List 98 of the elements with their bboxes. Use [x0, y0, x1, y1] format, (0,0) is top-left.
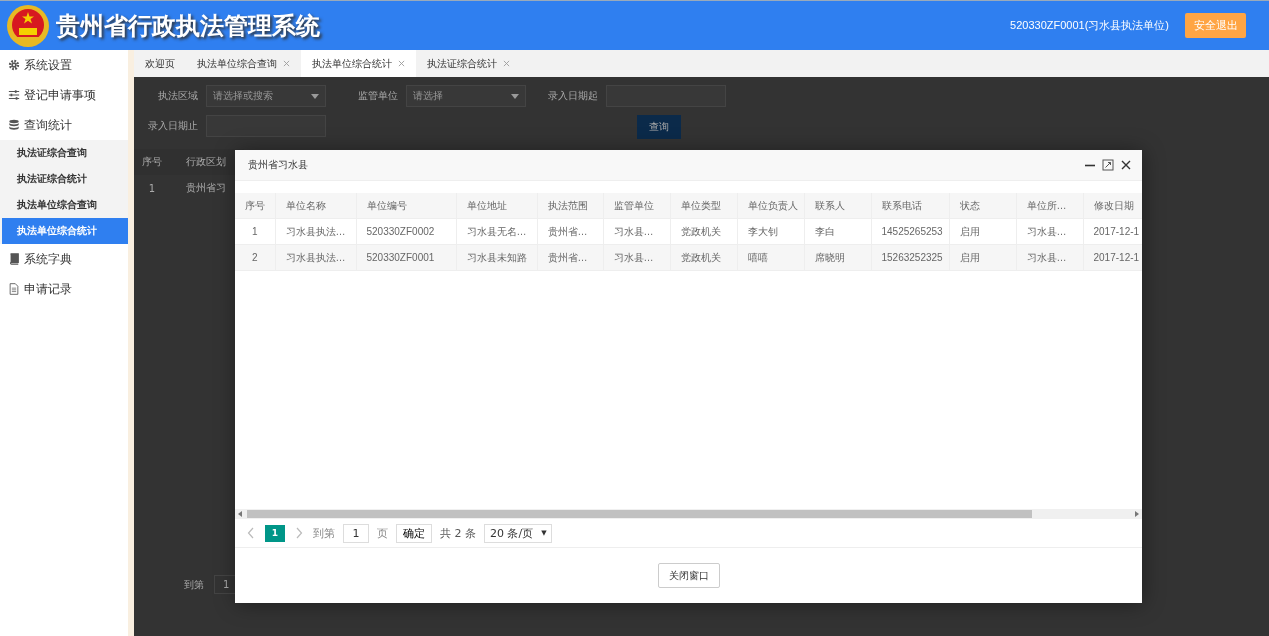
- sidebar-item[interactable]: 系统字典: [0, 244, 128, 274]
- submenu-item[interactable]: 执法单位综合统计: [2, 218, 128, 244]
- table-cell: 启用: [949, 244, 1016, 271]
- filter-label: 录入日期起: [547, 89, 598, 103]
- goto-label: 到第: [313, 525, 335, 541]
- table-cell: 习水县…: [603, 244, 670, 271]
- tab-label: 执法证综合统计: [427, 56, 497, 71]
- sidebar-item[interactable]: 申请记录: [0, 274, 128, 304]
- table-cell: 李大钊: [737, 218, 804, 245]
- table-cell: 2017-12-1: [1083, 244, 1142, 271]
- sidebar-item[interactable]: 查询统计: [0, 110, 128, 140]
- sidebar-label: 系统设置: [24, 56, 72, 74]
- tab[interactable]: 执法单位综合统计: [301, 50, 416, 77]
- table-cell: 启用: [949, 218, 1016, 245]
- previous-page-icon[interactable]: [247, 527, 255, 539]
- table-cell: 2017-12-1: [1083, 218, 1142, 245]
- filter-label: 执法区域: [157, 89, 198, 103]
- column-header: 执法范围: [537, 193, 603, 219]
- table-cell: 1: [235, 218, 275, 245]
- tab[interactable]: 执法证综合统计: [416, 50, 521, 77]
- caret-icon: [311, 93, 319, 99]
- search-button[interactable]: 查询: [637, 115, 681, 139]
- column-header: 联系人: [804, 193, 871, 219]
- table-cell: 党政机关: [670, 218, 737, 245]
- table-cell: 习水县…: [1016, 218, 1083, 245]
- tab[interactable]: 执法单位综合查询: [186, 50, 301, 77]
- submenu-item[interactable]: 执法证综合查询: [2, 140, 128, 166]
- book-icon: [8, 253, 20, 265]
- column-header: 行政区划: [185, 155, 226, 169]
- total-count: 共 2 条: [440, 525, 476, 541]
- sidebar-label: 查询统计: [24, 116, 72, 134]
- goto-label: 到第: [184, 577, 204, 592]
- column-header: 序号: [235, 193, 275, 219]
- sidebar-item[interactable]: 系统设置: [0, 50, 128, 80]
- column-header: 单位地址: [456, 193, 537, 219]
- settings-icon: [8, 59, 20, 71]
- table-cell: 贵州省…: [537, 244, 603, 271]
- tab-label: 执法单位综合查询: [197, 56, 277, 71]
- column-header: 序号: [141, 155, 163, 169]
- database-icon: [8, 119, 20, 131]
- system-title: 贵州省行政执法管理系统: [56, 10, 320, 42]
- column-header: 监管单位: [603, 193, 670, 219]
- close-window-button[interactable]: 关闭窗口: [657, 563, 720, 588]
- table-cell: 习水县执法…: [275, 218, 356, 245]
- table-cell: 2: [235, 244, 275, 271]
- table-cell: 习水县无名…: [456, 218, 537, 245]
- select-field[interactable]: 请选择: [406, 85, 526, 107]
- column-header: 单位负责人: [737, 193, 804, 219]
- tab-label: 欢迎页: [145, 56, 175, 71]
- page-unit-label: 页: [377, 525, 388, 541]
- confirm-button[interactable]: 确定: [396, 523, 432, 543]
- maximize-icon[interactable]: [1102, 159, 1114, 171]
- table-cell: 习水县执法…: [275, 244, 356, 271]
- sidebar-item[interactable]: 登记申请事项: [0, 80, 128, 110]
- select-field[interactable]: 请选择或搜索: [206, 85, 326, 107]
- table-cell: 贵州省…: [537, 218, 603, 245]
- table-cell: 习水县…: [1016, 244, 1083, 271]
- sliders-icon: [8, 89, 20, 101]
- scroll-right-icon[interactable]: [1134, 510, 1140, 518]
- column-header: 单位编号: [356, 193, 456, 219]
- column-header: 单位类型: [670, 193, 737, 219]
- submenu-item[interactable]: 执法证综合统计: [2, 166, 128, 192]
- filter-label: 监管单位: [357, 89, 398, 103]
- table-cell: 党政机关: [670, 244, 737, 271]
- next-page-icon[interactable]: [295, 527, 303, 539]
- caret-icon: [511, 93, 519, 99]
- column-header: 修改日期: [1083, 193, 1142, 219]
- table-cell: 席晓明: [804, 244, 871, 271]
- table-cell-text: 贵州省习: [185, 181, 226, 195]
- table-cell: 嘻嘻: [737, 244, 804, 271]
- filter-label: 录入日期止: [147, 119, 198, 133]
- column-header: 单位所…: [1016, 193, 1083, 219]
- table-cell: 习水县…: [603, 218, 670, 245]
- sidebar-label: 申请记录: [24, 280, 72, 298]
- table-cell: 李白: [804, 218, 871, 245]
- dialog-title: 贵州省习水县: [248, 158, 308, 172]
- column-header: 状态: [949, 193, 1016, 219]
- close-icon[interactable]: [1120, 159, 1132, 171]
- scroll-left-icon[interactable]: [237, 510, 243, 518]
- table-cell: 习水县未知路: [456, 244, 537, 271]
- table-cell: 520330ZF0001: [356, 244, 456, 271]
- column-header: 联系电话: [871, 193, 949, 219]
- page-input[interactable]: 1: [343, 523, 369, 543]
- user-label: 520330ZF0001(习水县执法单位): [1010, 18, 1169, 33]
- sidebar-label: 登记申请事项: [24, 86, 96, 104]
- page-number-button[interactable]: 1: [265, 524, 285, 542]
- column-header: 单位名称: [275, 193, 356, 219]
- tab-label: 执法单位综合统计: [312, 56, 392, 71]
- table-cell: 520330ZF0002: [356, 218, 456, 245]
- tab[interactable]: 欢迎页: [134, 50, 186, 77]
- sidebar-label: 系统字典: [24, 250, 72, 268]
- table-cell-text: 1: [147, 182, 157, 194]
- submenu-item[interactable]: 执法单位综合查询: [2, 192, 128, 218]
- table-cell: 15263252325: [871, 244, 949, 271]
- horizontal-scrollbar[interactable]: [235, 509, 1142, 519]
- document-icon: [8, 283, 20, 295]
- emblem-icon: [6, 3, 50, 48]
- table-cell: 14525265253: [871, 218, 949, 245]
